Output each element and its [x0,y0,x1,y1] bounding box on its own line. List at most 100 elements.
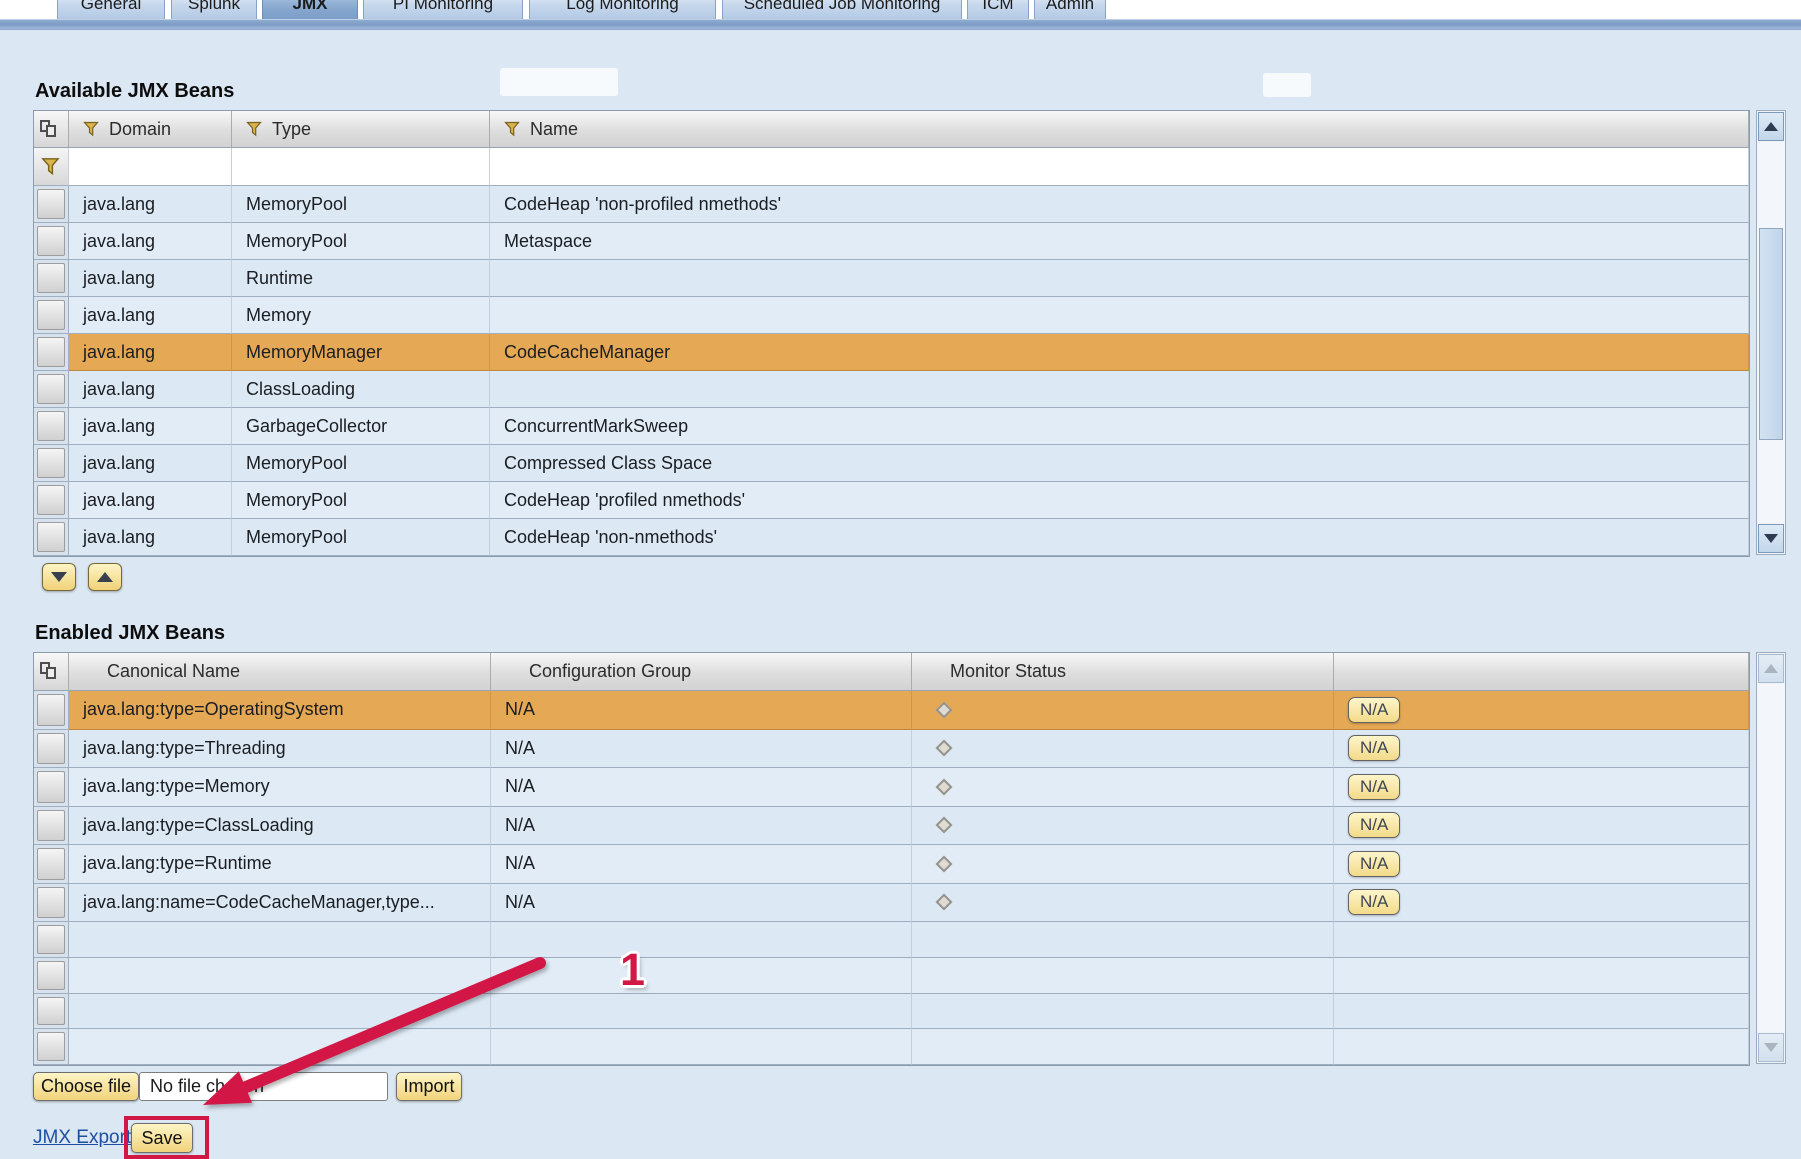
cell-canonical-name[interactable]: java.lang:type=Threading [69,730,491,769]
cell-domain[interactable]: java.lang [69,260,232,297]
empty-table-row[interactable] [34,958,1749,994]
na-action-button[interactable]: N/A [1348,735,1400,761]
cell-domain[interactable]: java.lang [69,519,232,556]
jmx-export-link[interactable]: JMX Export [33,1127,131,1149]
column-header-canonical-name[interactable]: Canonical Name [69,653,491,691]
row-selector[interactable] [34,408,69,445]
table-row[interactable]: java.lang GarbageCollector ConcurrentMar… [34,408,1749,445]
cell-name[interactable]: Metaspace [490,223,1749,260]
row-selector[interactable] [34,884,69,923]
table-row[interactable]: java.lang Memory [34,297,1749,334]
filter-button[interactable] [34,148,69,186]
row-selector[interactable] [34,260,69,297]
column-header-monitor-status[interactable]: Monitor Status [912,653,1334,691]
cell-domain[interactable]: java.lang [69,408,232,445]
enabled-table-scrollbar[interactable] [1756,652,1786,1064]
empty-table-row[interactable] [34,1029,1749,1065]
table-row[interactable]: java.lang:type=Runtime N/A N/A [34,845,1749,884]
row-selector[interactable] [34,994,69,1030]
filter-cell[interactable] [232,148,490,186]
cell-domain[interactable]: java.lang [69,223,232,260]
filter-cell[interactable] [490,148,1749,186]
row-selector[interactable] [34,922,69,958]
select-all-header-cell[interactable] [34,653,69,691]
cell-configuration-group[interactable]: N/A [491,884,912,923]
row-selector[interactable] [34,519,69,556]
select-all-header-cell[interactable] [34,111,69,148]
cell-type[interactable]: Runtime [232,260,490,297]
tab-jmx[interactable]: JMX [262,0,358,20]
cell-type[interactable]: ClassLoading [232,371,490,408]
table-row[interactable]: java.lang MemoryPool CodeHeap 'non-profi… [34,186,1749,223]
cell-type[interactable]: MemoryPool [232,519,490,556]
table-row[interactable]: java.lang MemoryPool Metaspace [34,223,1749,260]
table-row[interactable]: java.lang:name=CodeCacheManager,type... … [34,884,1749,923]
tab-scheduled-job-monitoring[interactable]: Scheduled Job Monitoring [722,0,962,20]
scroll-up-button[interactable] [1758,112,1784,141]
table-row-selected[interactable]: java.lang:type=OperatingSystem N/A N/A [34,691,1749,730]
cell-configuration-group[interactable]: N/A [491,691,912,730]
na-action-button[interactable]: N/A [1348,774,1400,800]
cell-domain[interactable]: java.lang [69,297,232,334]
cell-name[interactable]: CodeHeap 'non-nmethods' [490,519,1749,556]
cell-type[interactable]: MemoryPool [232,482,490,519]
scroll-down-button[interactable] [1758,524,1784,553]
cell-domain[interactable]: java.lang [69,482,232,519]
cell-type[interactable]: Memory [232,297,490,334]
table-page-up-button[interactable] [88,563,122,591]
row-selector[interactable] [34,482,69,519]
scroll-up-button[interactable] [1758,654,1784,683]
column-header-domain[interactable]: Domain [69,111,232,148]
cell-type[interactable]: MemoryPool [232,223,490,260]
cell-name[interactable]: CodeHeap 'profiled nmethods' [490,482,1749,519]
table-row[interactable]: java.lang MemoryPool CodeHeap 'non-nmeth… [34,519,1749,556]
scrollbar-thumb[interactable] [1759,228,1783,440]
cell-type[interactable]: GarbageCollector [232,408,490,445]
cell-monitor-status[interactable] [912,884,1334,923]
cell-monitor-status[interactable] [912,807,1334,846]
na-action-button[interactable]: N/A [1348,812,1400,838]
row-selector[interactable] [34,807,69,846]
cell-name[interactable]: CodeHeap 'non-profiled nmethods' [490,186,1749,223]
cell-name[interactable] [490,260,1749,297]
row-selector[interactable] [34,371,69,408]
table-page-down-button[interactable] [42,563,76,591]
available-table-scrollbar[interactable] [1756,110,1786,555]
scroll-down-button[interactable] [1758,1033,1784,1062]
table-row[interactable]: java.lang:type=ClassLoading N/A N/A [34,807,1749,846]
row-selector[interactable] [34,691,69,730]
na-action-button[interactable]: N/A [1348,889,1400,915]
cell-monitor-status[interactable] [912,768,1334,807]
na-action-button[interactable]: N/A [1348,851,1400,877]
tab-icm[interactable]: ICM [967,0,1029,20]
cell-configuration-group[interactable]: N/A [491,845,912,884]
file-input[interactable]: No file chosen [139,1072,388,1101]
cell-type[interactable]: MemoryPool [232,186,490,223]
filter-type-input[interactable] [246,155,477,178]
tab-general[interactable]: General [57,0,165,20]
cell-configuration-group[interactable]: N/A [491,807,912,846]
row-selector[interactable] [34,958,69,994]
cell-canonical-name[interactable]: java.lang:type=OperatingSystem [69,691,491,730]
tab-log-monitoring[interactable]: Log Monitoring [529,0,716,20]
table-row[interactable]: java.lang MemoryPool CodeHeap 'profiled … [34,482,1749,519]
row-selector[interactable] [34,334,69,371]
cell-canonical-name[interactable]: java.lang:type=ClassLoading [69,807,491,846]
row-selector[interactable] [34,845,69,884]
table-row[interactable]: java.lang:type=Memory N/A N/A [34,768,1749,807]
table-row[interactable]: java.lang MemoryPool Compressed Class Sp… [34,445,1749,482]
cell-monitor-status[interactable] [912,845,1334,884]
row-selector[interactable] [34,730,69,769]
empty-table-row[interactable] [34,922,1749,958]
column-header-configuration-group[interactable]: Configuration Group [491,653,912,691]
row-selector[interactable] [34,186,69,223]
filter-name-input[interactable] [504,155,1686,178]
scrollbar-track[interactable] [1757,142,1785,523]
cell-type[interactable]: MemoryManager [232,334,490,371]
column-header-type[interactable]: Type [232,111,490,148]
tab-splunk[interactable]: Splunk [171,0,257,20]
choose-file-button[interactable]: Choose file [33,1072,139,1101]
tab-pi-monitoring[interactable]: PI Monitoring [363,0,523,20]
filter-cell[interactable] [69,148,232,186]
empty-table-row[interactable] [34,994,1749,1030]
